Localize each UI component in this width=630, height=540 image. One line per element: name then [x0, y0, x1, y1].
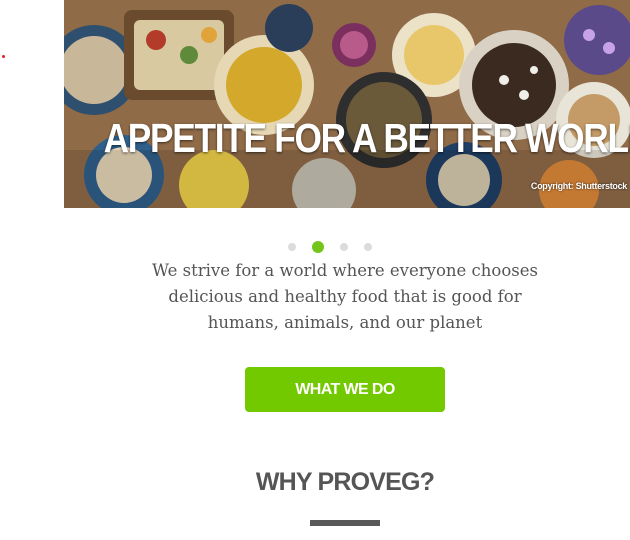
hero-food-image — [64, 0, 630, 208]
hero-title: APPETITE FOR A BETTER WORLD — [103, 115, 630, 161]
carousel-dot-4[interactable] — [364, 243, 372, 251]
intro-line-2: delicious and healthy food that is good … — [168, 287, 522, 306]
intro-line-1: We strive for a world where everyone cho… — [152, 261, 538, 280]
section-heading: WHY PROVEG? — [255, 468, 435, 496]
carousel-dot-2[interactable] — [312, 241, 324, 253]
page-marker-dot — [2, 55, 5, 58]
intro-text: We strive for a world where everyone cho… — [120, 258, 570, 336]
hero-copyright: Copyright: Shutterstock — [530, 181, 627, 191]
what-we-do-button[interactable]: WHAT WE DO — [245, 367, 445, 412]
carousel-dots — [0, 241, 630, 253]
carousel-dot-1[interactable] — [288, 243, 296, 251]
heading-underline — [310, 520, 380, 526]
intro-line-3: humans, animals, and our planet — [207, 313, 483, 332]
hero-banner[interactable]: APPETITE FOR A BETTER WORLD Copyright: S… — [64, 0, 630, 208]
carousel-dot-3[interactable] — [340, 243, 348, 251]
